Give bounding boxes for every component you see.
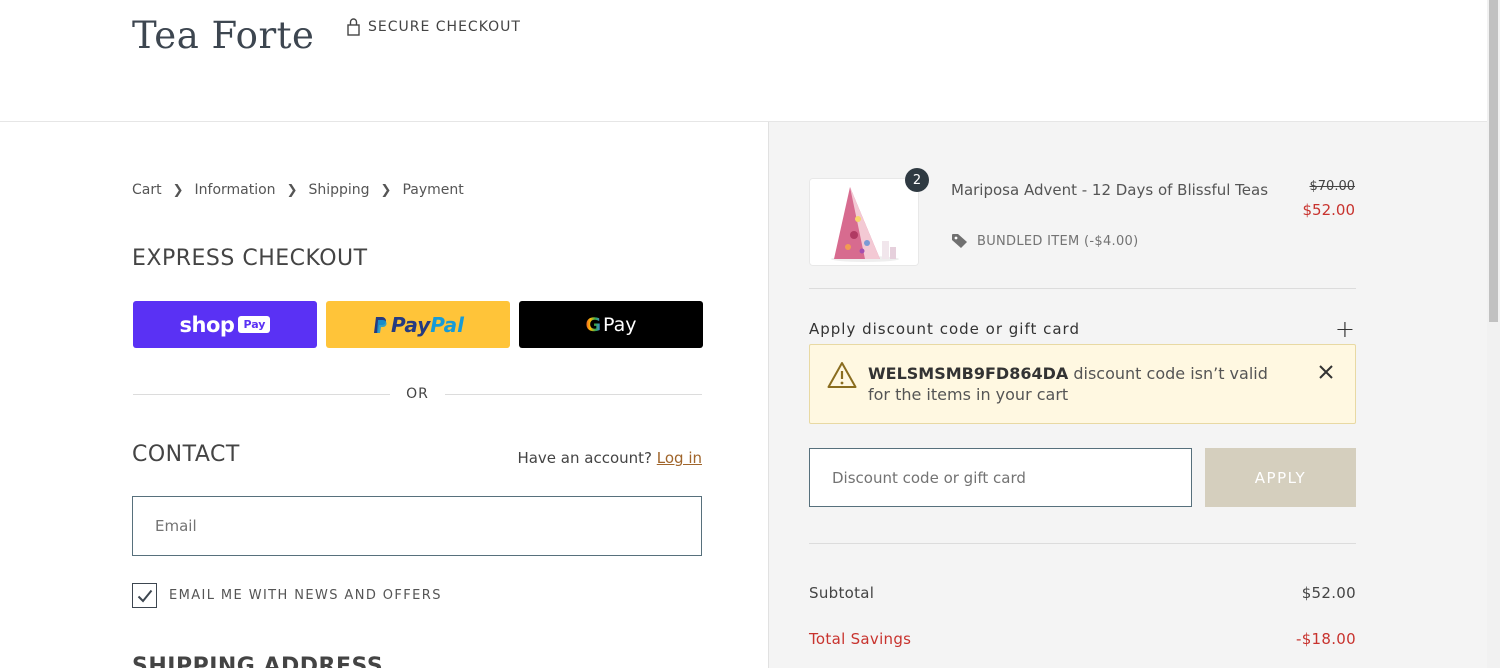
paypal-button[interactable]: Pay Pal (326, 301, 510, 348)
or-divider: OR (133, 386, 702, 402)
alert-message: WELSMSMB9FD864DA discount code isn’t val… (868, 363, 1278, 405)
apply-discount-button[interactable]: APPLY (1205, 448, 1356, 507)
paypal-word-pal: Pal (430, 312, 465, 337)
google-pay-word: Pay (603, 313, 637, 336)
discount-toggle[interactable]: Apply discount code or gift card + (809, 317, 1356, 341)
account-prompt-text: Have an account? (517, 449, 652, 467)
breadcrumb: Cart ❯ Information ❯ Shipping ❯ Payment (132, 182, 464, 198)
express-checkout-title: EXPRESS CHECKOUT (132, 246, 368, 271)
shipping-address-title: SHIPPING ADDRESS (132, 654, 384, 668)
chevron-right-icon: ❯ (380, 182, 392, 198)
chevron-right-icon: ❯ (172, 182, 184, 198)
close-icon[interactable] (1315, 361, 1337, 383)
brand-logo[interactable]: Tea Forte (132, 14, 314, 57)
breadcrumb-payment: Payment (402, 182, 464, 198)
google-g-icon: G (585, 313, 602, 336)
product-image (809, 178, 919, 266)
warning-icon (827, 362, 857, 388)
or-label: OR (406, 386, 429, 402)
email-field[interactable] (132, 496, 702, 556)
newsletter-option[interactable]: EMAIL ME WITH NEWS AND OFFERS (132, 583, 442, 608)
breadcrumb-information: Information (194, 182, 276, 198)
discount-code-input[interactable] (809, 448, 1192, 507)
quantity-badge: 2 (905, 168, 929, 192)
checkmark-icon (137, 589, 152, 602)
divider-line (133, 393, 391, 395)
shop-pay-pill: Pay (238, 316, 271, 333)
savings-row: Total Savings -$18.00 (809, 630, 1356, 648)
savings-value: -$18.00 (1296, 630, 1356, 648)
secure-checkout-text: SECURE CHECKOUT (368, 18, 521, 35)
sale-price: $52.00 (1302, 201, 1356, 219)
express-payment-buttons: shop Pay Pay Pal G Pay (133, 301, 703, 348)
discount-error-alert: WELSMSMB9FD864DA discount code isn’t val… (809, 344, 1356, 424)
contact-title: CONTACT (132, 442, 240, 467)
original-price: $70.00 (1309, 179, 1356, 194)
paypal-word-pay: Pay (390, 312, 431, 337)
bundle-label: BUNDLED ITEM (-$4.00) (977, 233, 1139, 249)
newsletter-label: EMAIL ME WITH NEWS AND OFFERS (169, 588, 442, 603)
discount-toggle-label: Apply discount code or gift card (809, 320, 1080, 338)
newsletter-checkbox[interactable] (132, 583, 157, 608)
shop-pay-wordmark: shop (179, 312, 235, 337)
bundle-discount-tag: BUNDLED ITEM (-$4.00) (951, 233, 1138, 249)
savings-label: Total Savings (809, 630, 912, 648)
breadcrumb-cart[interactable]: Cart (132, 182, 162, 198)
breadcrumb-shipping: Shipping (308, 182, 370, 198)
chevron-right-icon: ❯ (286, 182, 298, 198)
secure-checkout-label: SECURE CHECKOUT (346, 17, 521, 36)
login-link[interactable]: Log in (657, 449, 702, 467)
lock-icon (347, 18, 360, 36)
plus-icon: + (1334, 315, 1356, 343)
tag-icon (952, 234, 967, 248)
subtotal-row: Subtotal $52.00 (809, 584, 1356, 602)
checkout-main: Cart ❯ Information ❯ Shipping ❯ Payment … (0, 122, 768, 668)
subtotal-label: Subtotal (809, 584, 875, 602)
account-prompt: Have an account? Log in (517, 449, 702, 467)
divider-line (809, 543, 1356, 544)
shop-pay-button[interactable]: shop Pay (133, 301, 317, 348)
scrollbar-thumb[interactable] (1489, 0, 1498, 322)
divider-line (809, 288, 1356, 289)
site-header: Tea Forte SECURE CHECKOUT (0, 0, 1487, 122)
alert-code: WELSMSMB9FD864DA (868, 364, 1069, 383)
divider-line (444, 393, 702, 395)
order-summary: 2 Mariposa Advent - 12 Days of Blissful … (768, 122, 1487, 668)
paypal-icon (373, 316, 387, 333)
page-scrollbar[interactable] (1487, 0, 1500, 668)
subtotal-value: $52.00 (1301, 584, 1356, 602)
product-name: Mariposa Advent - 12 Days of Blissful Te… (951, 181, 1269, 199)
google-pay-button[interactable]: G Pay (519, 301, 703, 348)
